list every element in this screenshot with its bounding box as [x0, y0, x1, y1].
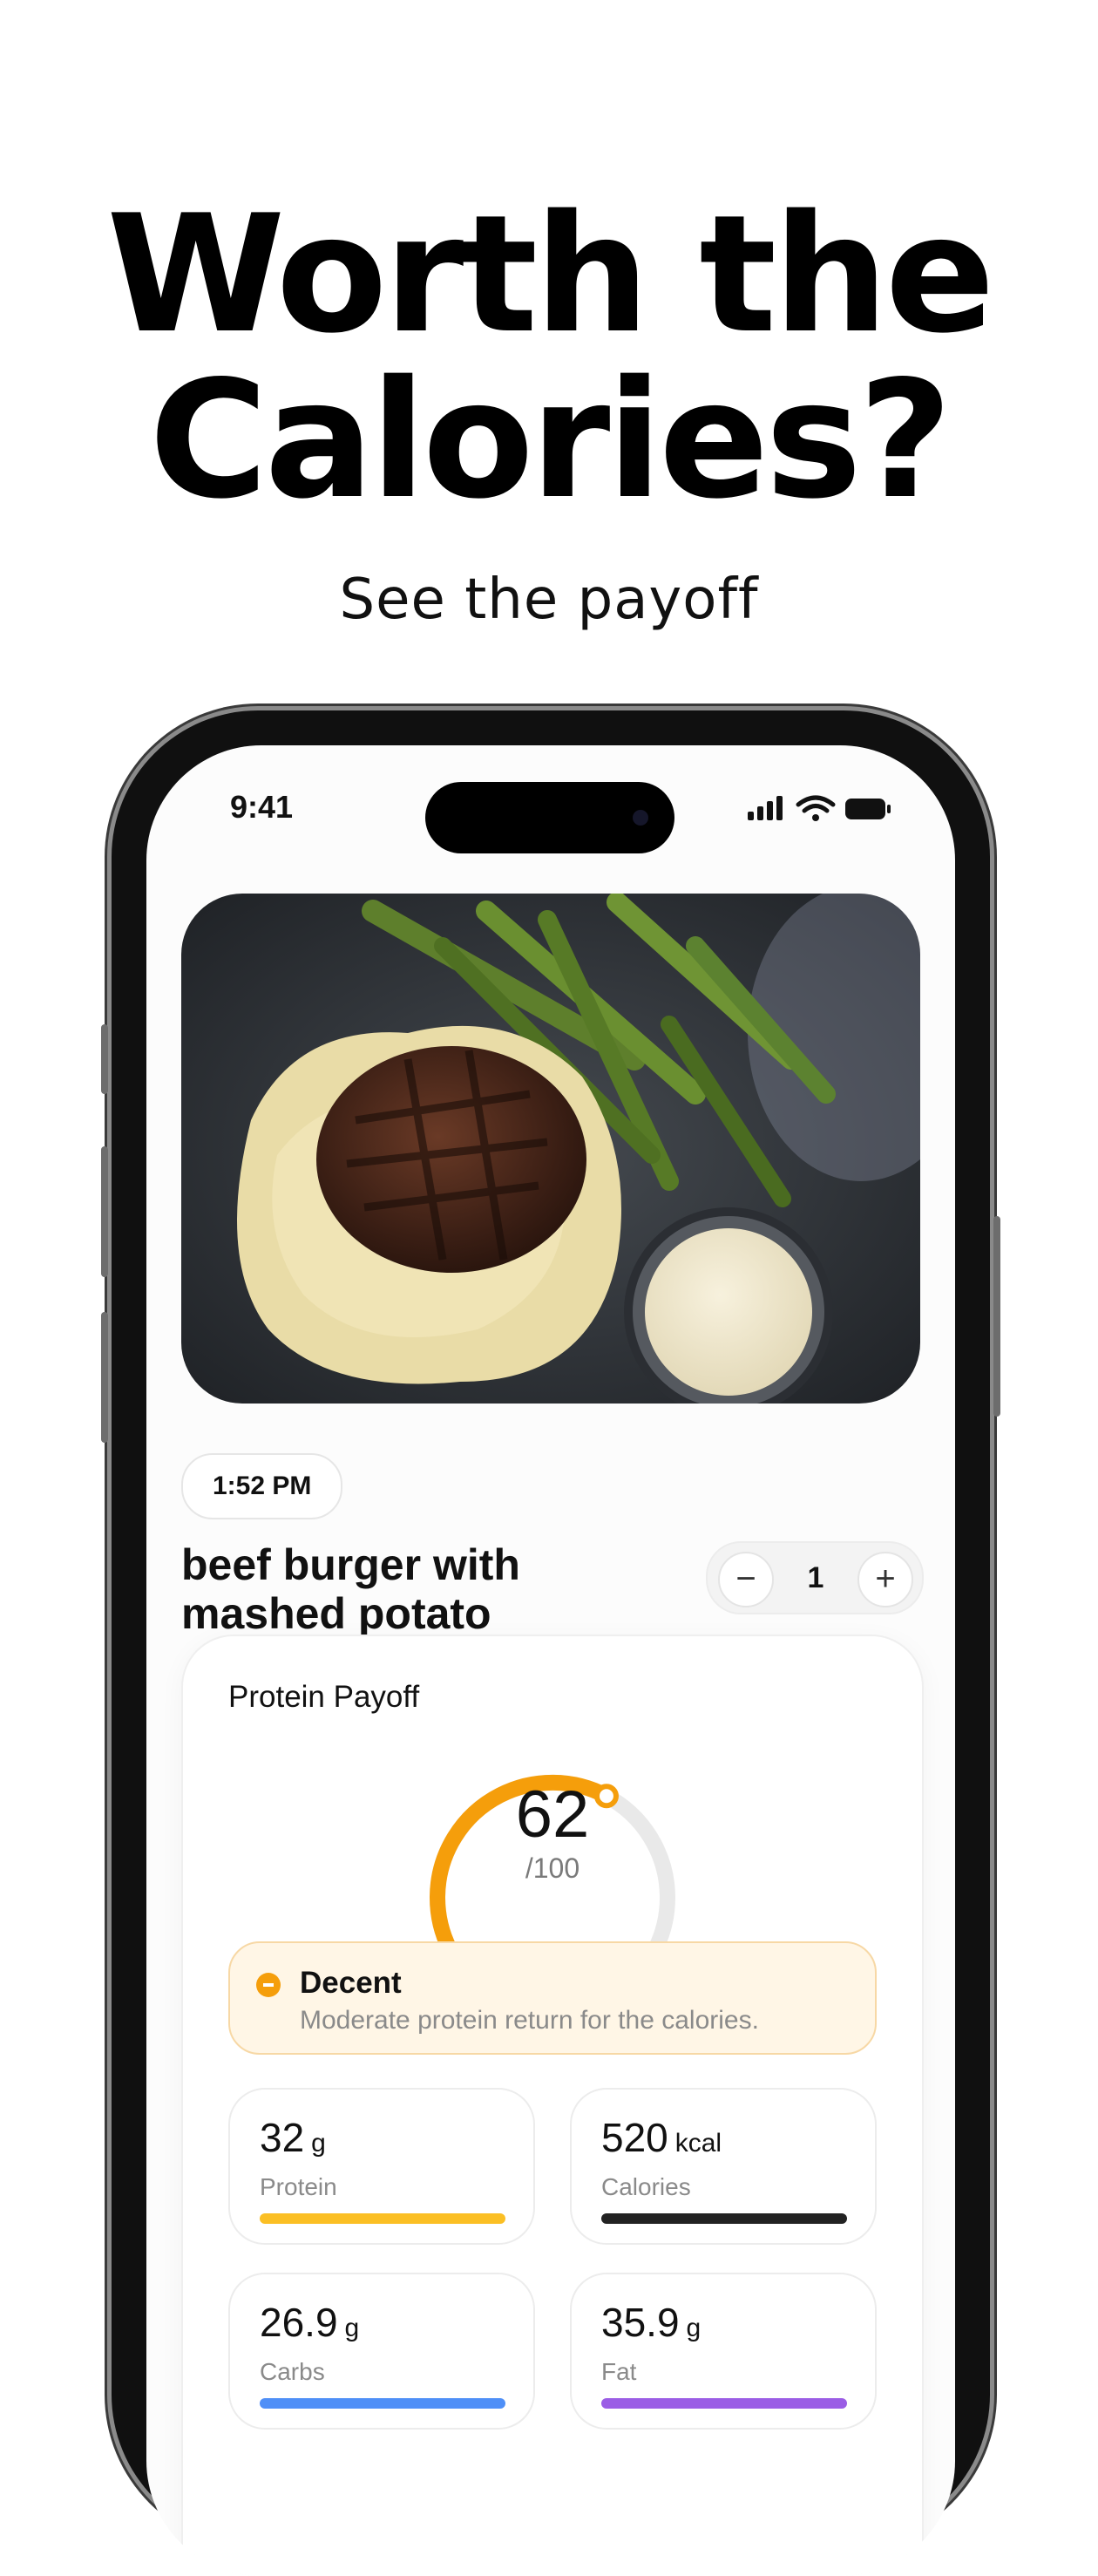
- stat-bar: [260, 2213, 505, 2224]
- stat-bar: [601, 2398, 847, 2409]
- phone-frame: 9:41 1:52 PM beef burger with mashed pot…: [101, 710, 1000, 2576]
- stat-unit: kcal: [674, 2129, 722, 2158]
- quantity-stepper: − 1 +: [706, 1541, 924, 1614]
- stat-label: Protein: [260, 2173, 337, 2200]
- stat-card-calories: 520 kcal Calories: [570, 2088, 877, 2245]
- status-bar-icons: [748, 795, 891, 821]
- stat-label: Fat: [601, 2358, 637, 2385]
- front-camera: [633, 810, 648, 826]
- phone-action-button: [101, 1024, 108, 1094]
- stat-unit: g: [686, 2314, 702, 2342]
- verdict-label: Decent: [300, 1966, 402, 2000]
- headline: Worth the Calories?: [0, 192, 1098, 523]
- stat-card-fat: 35.9 g Fat: [570, 2273, 877, 2430]
- headline-line-1: Worth the: [106, 180, 995, 369]
- phone-volume-down-button: [101, 1312, 108, 1443]
- stat-value: 35.9 g: [601, 2300, 702, 2345]
- stat-value: 32 g: [260, 2115, 326, 2160]
- headline-subtitle: See the payoff: [339, 568, 759, 632]
- stat-unit: g: [311, 2129, 326, 2158]
- plus-icon: +: [875, 1560, 896, 1598]
- increase-quantity-button[interactable]: +: [857, 1552, 913, 1607]
- wifi-icon: [796, 795, 836, 821]
- cellular-signal-icon: [748, 796, 783, 820]
- stat-unit: g: [344, 2314, 360, 2342]
- verdict-banner: Decent Moderate protein return for the c…: [228, 1941, 877, 2055]
- stat-card-carbs: 26.9 g Carbs: [228, 2273, 535, 2430]
- stat-value: 26.9 g: [260, 2300, 360, 2345]
- headline-line-2: Calories?: [149, 345, 952, 534]
- protein-payoff-card: Protein Payoff 62 /100 Decent Moderate p…: [181, 1635, 924, 2576]
- stat-card-protein: 32 g Protein: [228, 2088, 535, 2245]
- dynamic-island: [425, 782, 674, 853]
- card-title: Protein Payoff: [228, 1680, 420, 1714]
- minus-circle-icon: [256, 1973, 281, 1997]
- phone-power-button: [993, 1216, 1000, 1417]
- verdict-description: Moderate protein return for the calories…: [300, 2006, 759, 2035]
- score-max: /100: [525, 1852, 580, 1884]
- battery-icon: [845, 799, 891, 819]
- quantity-value: 1: [807, 1561, 824, 1594]
- phone-volume-up-button: [101, 1146, 108, 1277]
- stat-bar: [260, 2398, 505, 2409]
- stat-label: Calories: [601, 2173, 691, 2200]
- score-value: 62: [515, 1777, 590, 1852]
- meal-photo: [181, 894, 920, 1404]
- meal-title: beef burger with mashed potato: [181, 1540, 520, 1638]
- minus-icon: −: [735, 1560, 756, 1598]
- phone-screen: 9:41 1:52 PM beef burger with mashed pot…: [146, 745, 955, 2576]
- stat-label: Carbs: [260, 2358, 325, 2385]
- stat-value: 520 kcal: [601, 2115, 722, 2160]
- status-bar-time: 9:41: [230, 789, 294, 825]
- meal-time-chip[interactable]: 1:52 PM: [181, 1453, 343, 1519]
- stat-bar: [601, 2213, 847, 2224]
- decrease-quantity-button[interactable]: −: [718, 1552, 774, 1607]
